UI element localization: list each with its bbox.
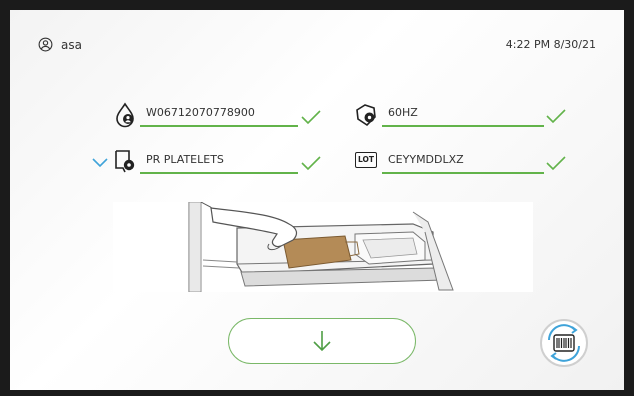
barcode-scan-icon: [540, 319, 588, 367]
lot-icon-label: LOT: [357, 155, 374, 165]
product-check-icon: [301, 156, 321, 171]
lot-underline: [382, 172, 544, 174]
app-screen: asa 4:22 PM 8/30/21 W06712070778900 60HZ: [10, 10, 624, 390]
hexagon-settings-icon: [356, 104, 376, 127]
frequency-underline: [382, 125, 544, 127]
product-underline: [140, 172, 298, 174]
user-name: asa: [61, 37, 82, 52]
donation-id-check-icon: [301, 110, 321, 125]
chevron-down-icon[interactable]: [92, 158, 108, 168]
lot-icon: LOT: [355, 152, 377, 168]
bag-settings-icon: [115, 150, 135, 173]
clock: 4:22 PM 8/30/21: [505, 38, 596, 51]
tray-loading-image: [188, 201, 454, 293]
frequency-value: 60HZ: [388, 106, 418, 119]
product-value: PR PLATELETS: [146, 153, 224, 166]
down-arrow-icon: [313, 331, 331, 352]
lot-value: CEYYMDDLXZ: [388, 153, 464, 166]
user-info[interactable]: asa: [38, 37, 82, 52]
barcode-scan-button[interactable]: [539, 318, 589, 368]
donation-id-value: W06712070778900: [146, 106, 255, 119]
lot-check-icon: [546, 156, 566, 171]
donation-id-underline: [140, 125, 298, 127]
user-circle-icon: [38, 37, 53, 52]
proceed-down-button[interactable]: [228, 318, 416, 364]
instruction-illustration: [113, 201, 533, 293]
donor-drop-icon: [116, 102, 134, 128]
frequency-check-icon: [546, 109, 566, 124]
